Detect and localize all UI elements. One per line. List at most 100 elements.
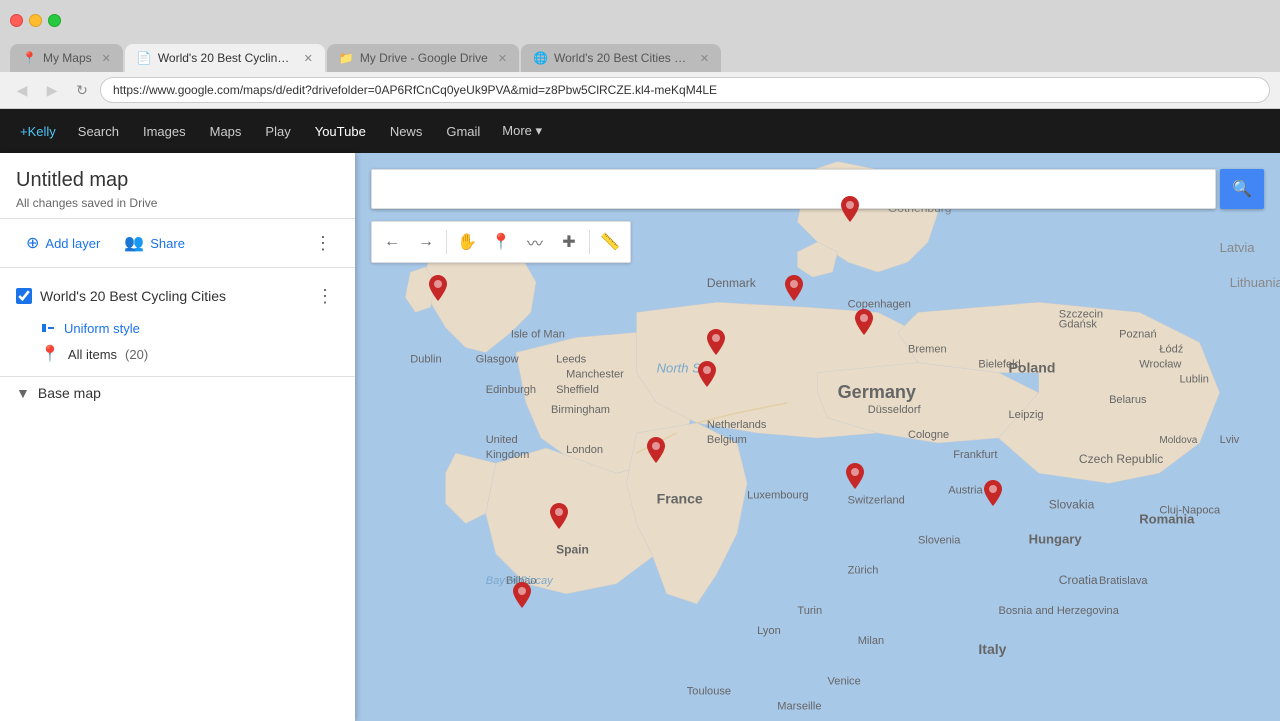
google-bar-search[interactable]: Search [68,120,129,143]
svg-text:Switzerland: Switzerland [848,494,905,506]
tab-close-drive[interactable]: ✕ [498,52,507,65]
svg-text:Birmingham: Birmingham [551,404,610,416]
browser-chrome: 📍 My Maps ✕ 📄 World's 20 Best Cycling C.… [0,0,1280,109]
svg-text:Sheffield: Sheffield [556,384,599,396]
undo-button[interactable]: ← [376,226,408,258]
pan-button[interactable]: ✋ [451,226,483,258]
pin-paris[interactable] [647,437,665,468]
map-search-button[interactable]: 🔍 [1220,169,1264,209]
google-bar-images[interactable]: Images [133,120,196,143]
google-bar-play[interactable]: Play [255,120,300,143]
all-items-label: All items [68,347,117,362]
draw-button[interactable]: 〰 [519,226,551,258]
svg-text:Bielefeld: Bielefeld [978,359,1020,371]
address-input[interactable] [100,77,1270,103]
svg-text:Marseille: Marseille [777,700,821,712]
marker-button[interactable]: 📍 [485,226,517,258]
tab-cycling[interactable]: 📄 World's 20 Best Cycling C... ✕ [125,44,325,72]
pin-nantes[interactable] [550,503,568,534]
google-bar-news[interactable]: News [380,120,433,143]
svg-text:Spain: Spain [556,543,589,557]
title-bar [0,0,1280,40]
svg-text:Germany: Germany [838,382,916,402]
svg-text:Zürich: Zürich [848,565,879,577]
google-bar-user[interactable]: +Kelly [12,120,64,143]
pin-berlin[interactable] [855,309,873,340]
svg-text:Lviv: Lviv [1220,434,1240,446]
sidebar: Untitled map All changes saved in Drive … [0,153,355,721]
pin-amsterdam[interactable] [707,329,725,360]
toolbar-divider [446,230,447,254]
google-bar-more[interactable]: More ▾ [494,119,550,143]
svg-text:London: London [566,444,603,456]
svg-text:Italy: Italy [978,641,1006,657]
measure-button[interactable]: ✚ [553,226,585,258]
forward-button[interactable]: ▶ [40,78,64,102]
tab-cities[interactable]: 🌐 World's 20 Best Cities For... ✕ [521,44,721,72]
svg-text:Slovenia: Slovenia [918,535,961,547]
layer-title: World's 20 Best Cycling Cities [40,288,303,304]
pin-dublin[interactable] [429,275,447,306]
map-area[interactable]: Germany France Spain Poland Czech Republ… [355,153,1280,721]
sidebar-more-button[interactable]: ⋮ [307,227,339,259]
svg-text:Denmark: Denmark [707,276,757,290]
share-icon: 👥 [124,233,144,253]
google-bar-youtube[interactable]: YouTube [305,120,376,143]
share-label: Share [150,236,185,251]
maximize-button[interactable] [48,14,61,27]
pin-budapest[interactable] [984,480,1002,511]
svg-text:Bratislava: Bratislava [1099,575,1148,587]
add-layer-button[interactable]: ⊕ Add layer [16,227,110,259]
layer-checkbox[interactable] [16,288,32,304]
google-bar-gmail[interactable]: Gmail [436,120,490,143]
google-bar-maps[interactable]: Maps [200,120,252,143]
layer-more-button[interactable]: ⋮ [311,282,339,310]
svg-text:Slovakia: Slovakia [1049,497,1095,511]
all-items-count: (20) [125,347,148,362]
pin-rotterdam[interactable] [698,361,716,392]
toolbar-divider-2 [589,230,590,254]
tab-drive[interactable]: 📁 My Drive - Google Drive ✕ [327,44,519,72]
share-button[interactable]: 👥 Share [114,227,195,259]
pin-copenhagen[interactable] [841,196,859,227]
svg-text:Cologne: Cologne [908,429,949,441]
tab-icon-cities: 🌐 [533,51,548,65]
pin-hamburg[interactable] [785,275,803,306]
svg-text:Manchester: Manchester [566,369,624,381]
close-button[interactable] [10,14,23,27]
svg-text:France: France [657,490,703,506]
style-icon [40,320,56,336]
layers-icon: ⊕ [26,233,39,253]
svg-text:Bosnia and Herzegovina: Bosnia and Herzegovina [998,605,1119,617]
redo-button[interactable]: → [410,226,442,258]
back-button[interactable]: ◀ [10,78,34,102]
all-items-row[interactable]: 📍 All items (20) [0,340,355,368]
window-controls [10,14,61,27]
map-search-input[interactable] [371,169,1216,209]
reload-button[interactable]: ↻ [70,78,94,102]
svg-text:Netherlands: Netherlands [707,419,767,431]
pin-seville[interactable] [513,582,531,613]
svg-text:Lyon: Lyon [757,625,781,637]
address-bar-row: ◀ ▶ ↻ [0,72,1280,108]
svg-text:Milan: Milan [858,635,884,647]
ruler-button[interactable]: 📏 [594,226,626,258]
svg-text:Hungary: Hungary [1029,532,1083,547]
minimize-button[interactable] [29,14,42,27]
base-map-section[interactable]: ▼ Base map [0,376,355,409]
svg-text:Szczecin: Szczecin [1059,308,1103,320]
tab-title-mymaps: My Maps [43,51,92,65]
tab-close-cycling[interactable]: ✕ [304,52,313,65]
layer-section: World's 20 Best Cycling Cities ⋮ Uniform… [0,268,355,376]
tab-close-cities[interactable]: ✕ [700,52,709,65]
map-toolbar: ← → ✋ 📍 〰 ✚ 📏 [371,221,631,263]
tab-close-mymaps[interactable]: ✕ [102,52,111,65]
uniform-style-item[interactable]: Uniform style [0,316,355,340]
svg-text:Lublin: Lublin [1179,374,1208,386]
tabs-bar: 📍 My Maps ✕ 📄 World's 20 Best Cycling C.… [0,40,1280,72]
saved-status: All changes saved in Drive [16,196,339,210]
tab-my-maps[interactable]: 📍 My Maps ✕ [10,44,123,72]
pin-munich[interactable] [846,463,864,494]
svg-text:Luxembourg: Luxembourg [747,489,808,501]
sidebar-header: Untitled map All changes saved in Drive [0,153,355,219]
